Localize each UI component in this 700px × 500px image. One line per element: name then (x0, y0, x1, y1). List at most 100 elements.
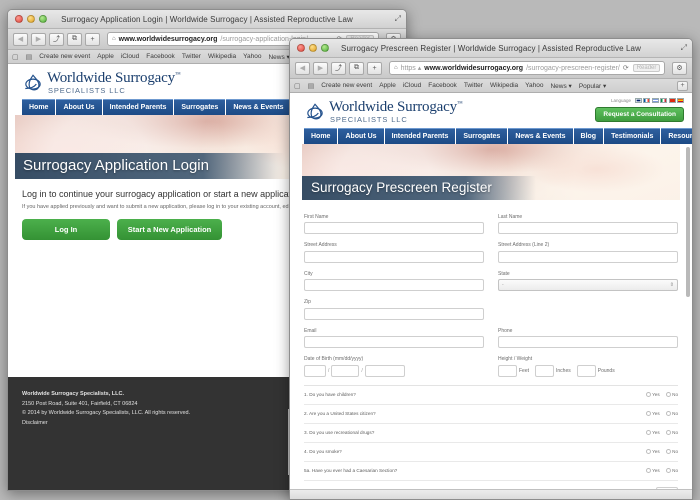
flag-icon-israel[interactable] (651, 98, 659, 103)
nav-item-home[interactable]: Home (22, 98, 56, 115)
radio-no[interactable]: No (665, 411, 678, 417)
fullscreen-icon[interactable]: ⤢ (681, 43, 687, 53)
bookmark-item[interactable]: Twitter (464, 82, 483, 89)
radio-no[interactable]: No (665, 449, 678, 455)
fullscreen-icon[interactable]: ⤢ (395, 14, 401, 24)
bookmark-item[interactable]: Yahoo (525, 82, 543, 89)
radio-yes[interactable]: Yes (645, 468, 660, 474)
front-new-tab-button[interactable]: + (367, 61, 382, 75)
input-email[interactable] (304, 336, 484, 348)
flag-icon-spain[interactable] (677, 98, 684, 103)
front-scrollbar[interactable] (686, 147, 691, 499)
front-settings-icon[interactable]: ⚙ (672, 61, 687, 75)
nav-item-intended-parents[interactable]: Intended Parents (384, 127, 456, 144)
input-street-address[interactable] (304, 250, 484, 263)
input-city[interactable] (304, 279, 484, 291)
minimize-icon[interactable] (27, 15, 35, 23)
flag-icon-france[interactable] (643, 98, 650, 103)
front-reader-button[interactable]: Reader (632, 64, 661, 72)
front-window-controls[interactable] (297, 44, 329, 52)
flag-icon-italy[interactable] (660, 98, 667, 103)
radio-no[interactable]: No (665, 392, 678, 398)
radio-icon[interactable] (665, 392, 671, 398)
bookmark-item[interactable]: News ▾ (550, 82, 571, 90)
nav-item-surrogates[interactable]: Surrogates (174, 98, 226, 115)
nav-item-home[interactable]: Home (304, 127, 338, 144)
nav-item-about-us[interactable]: About Us (338, 127, 384, 144)
bookmark-item[interactable]: Twitter (182, 53, 201, 60)
bookmark-item[interactable]: iCloud (403, 82, 421, 89)
radio-icon[interactable] (645, 430, 651, 436)
front-url-bar[interactable]: ⌂ https ▴ www.worldwidesurrogacy.org /su… (389, 61, 665, 75)
bookmark-item[interactable]: Apple (97, 53, 114, 60)
input-height-feet[interactable] (498, 364, 517, 377)
back-tabs-icon[interactable]: ⧉ (67, 32, 82, 46)
bookmark-item[interactable]: Create new event (321, 82, 372, 89)
question-options[interactable]: Yes No (645, 468, 678, 474)
input-first-name[interactable] (304, 222, 484, 234)
nav-item-testimonials[interactable]: Testimonials (604, 127, 661, 144)
flag-icon-english[interactable] (634, 98, 642, 103)
browser-window-prescreen[interactable]: Surrogacy Prescreen Register | Worldwide… (289, 38, 693, 500)
radio-yes[interactable]: Yes (645, 392, 660, 398)
front-scrollbar-thumb[interactable] (686, 147, 690, 297)
question-options[interactable]: Yes No (645, 411, 678, 417)
radio-icon[interactable] (645, 449, 651, 455)
back-share-icon[interactable]: ⤴ (49, 32, 64, 46)
bookmark-item[interactable]: Create new event (39, 53, 90, 60)
back-nav-forward-button[interactable]: ▶ (31, 32, 46, 46)
radio-icon[interactable] (645, 392, 651, 398)
front-bookmarks-bar[interactable]: ▢ ▤ Create new event Apple iCloud Facebo… (290, 79, 692, 93)
back-nav-back-button[interactable]: ◀ (13, 32, 28, 46)
minimize-icon[interactable] (309, 44, 317, 52)
front-tabs-icon[interactable]: ⧉ (349, 61, 364, 75)
back-window-controls[interactable] (15, 15, 47, 23)
input-dob-month[interactable] (304, 364, 326, 377)
zoom-icon[interactable] (321, 44, 329, 52)
bookmark-item[interactable]: Apple (379, 82, 396, 89)
bookmark-item[interactable]: iCloud (121, 53, 139, 60)
flag-icon-china[interactable] (668, 98, 676, 103)
close-icon[interactable] (15, 15, 23, 23)
sidebar-icon[interactable]: ▢ (294, 82, 301, 90)
radio-no[interactable]: No (665, 430, 678, 436)
start-new-application-button[interactable]: Start a New Application (117, 219, 222, 241)
bookmark-item[interactable]: Wikipedia (208, 53, 236, 60)
input-dob-year[interactable] (364, 364, 405, 377)
radio-icon[interactable] (645, 411, 651, 417)
request-consultation-button[interactable]: Request a Consultation (595, 107, 684, 122)
input-zip[interactable] (304, 307, 484, 320)
nav-item-intended-parents[interactable]: Intended Parents (102, 98, 174, 115)
input-street-address-2[interactable] (498, 250, 678, 263)
input-weight-pounds[interactable] (576, 364, 596, 377)
nav-item-about-us[interactable]: About Us (56, 98, 102, 115)
radio-yes[interactable]: Yes (645, 449, 660, 455)
front-add-bookmark-button[interactable]: + (677, 80, 688, 91)
input-last-name[interactable] (498, 222, 678, 234)
back-new-tab-button[interactable]: + (85, 32, 100, 46)
radio-icon[interactable] (665, 411, 671, 417)
front-reload-icon[interactable]: ⟳ (623, 64, 629, 72)
nav-item-news-events[interactable]: News & Events (226, 98, 291, 115)
radio-icon[interactable] (645, 468, 651, 474)
close-icon[interactable] (297, 44, 305, 52)
bookmark-item[interactable]: Facebook (428, 82, 457, 89)
radio-icon[interactable] (665, 449, 671, 455)
nav-item-resources[interactable]: Resources (661, 127, 692, 144)
input-phone[interactable] (498, 336, 678, 348)
front-nav-forward-button[interactable]: ▶ (313, 61, 328, 75)
bookmark-item[interactable]: Yahoo (243, 53, 261, 60)
front-share-icon[interactable]: ⤴ (331, 61, 346, 75)
nav-item-news-events[interactable]: News & Events (508, 127, 573, 144)
radio-yes[interactable]: Yes (645, 430, 660, 436)
select-state[interactable]: - ⇳ (498, 279, 678, 291)
front-titlebar[interactable]: Surrogacy Prescreen Register | Worldwide… (290, 39, 692, 58)
question-options[interactable]: Yes No (645, 392, 678, 398)
language-selector[interactable]: Language (595, 98, 684, 103)
zoom-icon[interactable] (39, 15, 47, 23)
nav-item-blog[interactable]: Blog (573, 127, 604, 144)
nav-item-surrogates[interactable]: Surrogates (456, 127, 508, 144)
front-main-nav[interactable]: Home About Us Intended Parents Surrogate… (290, 127, 692, 144)
front-nav-back-button[interactable]: ◀ (295, 61, 310, 75)
sidebar-icon[interactable]: ▢ (12, 53, 19, 61)
